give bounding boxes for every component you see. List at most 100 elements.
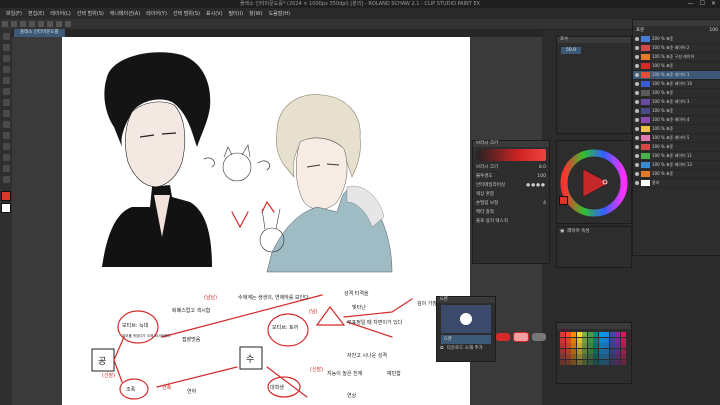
color-swatch[interactable] xyxy=(571,348,576,354)
close-button[interactable]: ✕ xyxy=(711,0,716,7)
layer-row[interactable]: 100 % 표준 xyxy=(633,89,720,98)
eye-icon[interactable] xyxy=(635,73,639,77)
sub-tool-item[interactable]: G펜 xyxy=(441,335,491,344)
add-material-row[interactable]: ✿ 다운로드 소재 추가 xyxy=(437,344,495,353)
color-swatch[interactable] xyxy=(615,359,620,365)
airbrush-tool-icon[interactable] xyxy=(2,110,10,117)
menu-select[interactable]: 선택 범위(S) xyxy=(77,10,104,17)
layer-row[interactable]: 100 % 표준 xyxy=(633,62,720,71)
color-swatch[interactable] xyxy=(598,354,604,359)
layer-row[interactable]: 100 % 표준 레이어 1 xyxy=(633,71,720,80)
color-swatch[interactable] xyxy=(620,348,626,354)
layer-row[interactable]: 200 % 표준 xyxy=(633,35,720,44)
eye-icon[interactable] xyxy=(635,145,639,149)
figure-tool-icon[interactable] xyxy=(2,165,10,172)
color-swatch[interactable] xyxy=(598,359,604,365)
eye-icon[interactable] xyxy=(635,64,639,68)
layer-row[interactable]: 100 % 표준 레이어 12 xyxy=(633,161,720,170)
blend-mode-row[interactable]: 표준 100 xyxy=(633,26,720,35)
color-swatch[interactable] xyxy=(598,343,604,348)
eye-icon[interactable] xyxy=(635,163,639,167)
color-swatch[interactable] xyxy=(620,354,626,359)
color-swatch[interactable] xyxy=(609,348,615,354)
eye-icon[interactable] xyxy=(635,118,639,122)
eye-icon[interactable] xyxy=(635,91,639,95)
color-swatch[interactable] xyxy=(598,337,604,343)
menu-edit[interactable]: 편집(E) xyxy=(28,10,44,17)
color-swatch[interactable] xyxy=(576,332,582,337)
redo-icon[interactable] xyxy=(38,21,44,27)
color-swatch[interactable] xyxy=(587,359,593,365)
color-swatch[interactable] xyxy=(560,332,565,337)
eye-icon[interactable] xyxy=(635,100,639,104)
menu-layer[interactable]: 레이어(L) xyxy=(50,10,71,17)
undo-icon[interactable] xyxy=(29,21,35,27)
color-swatch[interactable] xyxy=(565,332,571,337)
auxiliary-row[interactable]: ▣ 레이어 속성 xyxy=(557,227,631,236)
eye-icon[interactable] xyxy=(635,172,639,176)
menu-select-2[interactable]: 선택 범위(S) xyxy=(173,10,200,17)
layer-row[interactable]: 100 % 표준 레이어 5 xyxy=(633,134,720,143)
color-swatch[interactable] xyxy=(576,359,582,365)
layer-row[interactable]: 용지 xyxy=(633,179,720,188)
color-swatch[interactable] xyxy=(565,359,571,365)
eraser-tool-icon[interactable] xyxy=(2,121,10,128)
color-swatch[interactable] xyxy=(582,332,587,337)
color-swatch[interactable] xyxy=(598,348,604,354)
color-swatch[interactable] xyxy=(615,332,620,337)
color-swatch[interactable] xyxy=(609,337,615,343)
brush-size-row[interactable]: 브러시 크기 8.0 xyxy=(473,163,549,172)
color-swatch[interactable] xyxy=(560,354,565,359)
color-swatch[interactable] xyxy=(609,343,615,348)
layer-row[interactable]: 100 % 표준 xyxy=(633,170,720,179)
vector-snap-row[interactable]: 벡터 흡착 xyxy=(473,208,549,217)
color-swatch[interactable] xyxy=(582,348,587,354)
eye-icon[interactable] xyxy=(635,154,639,158)
brush-variant-texture[interactable] xyxy=(532,333,546,341)
layer-row[interactable]: 100 % 표준 레이어 11 xyxy=(633,152,720,161)
menu-window[interactable]: 창(W) xyxy=(249,10,262,17)
layer-row[interactable]: 100 % 표준 xyxy=(633,125,720,134)
minimize-button[interactable]: — xyxy=(688,0,694,7)
color-swatch[interactable] xyxy=(615,337,620,343)
color-swatch[interactable] xyxy=(582,343,587,348)
color-swatch[interactable] xyxy=(571,354,576,359)
color-swatch[interactable] xyxy=(565,348,571,354)
brush-tool-icon[interactable] xyxy=(2,99,10,106)
color-swatch[interactable] xyxy=(615,348,620,354)
color-swatch[interactable] xyxy=(571,359,576,365)
color-swatch[interactable] xyxy=(604,337,609,343)
canvas-tab[interactable]: 플레소 인터미문도를 xyxy=(14,29,65,37)
pen-tool-icon[interactable] xyxy=(2,77,10,84)
antialias-row[interactable]: 안티에일리어싱 ●●●● xyxy=(473,181,549,190)
color-swatch[interactable] xyxy=(582,359,587,365)
eye-icon[interactable] xyxy=(635,37,639,41)
layer-row[interactable]: 100 % 표준 xyxy=(633,107,720,116)
color-swatch[interactable] xyxy=(587,348,593,354)
drawing-canvas[interactable]: 공 수 (남남) 수애계는 생생의, 연애하를 보인다. 성격 타격을 빛타난 … xyxy=(62,37,470,405)
color-swatch[interactable] xyxy=(565,337,571,343)
color-swatch[interactable] xyxy=(593,354,598,359)
eye-icon[interactable] xyxy=(635,109,639,113)
fill-tool-icon[interactable] xyxy=(2,143,10,150)
color-swatch[interactable] xyxy=(587,354,593,359)
maximize-button[interactable]: ☐ xyxy=(700,0,705,7)
color-swatch[interactable] xyxy=(609,354,615,359)
color-swatch[interactable] xyxy=(615,354,620,359)
color-swatch[interactable] xyxy=(598,332,604,337)
transform-icon[interactable] xyxy=(56,21,62,27)
color-swatch[interactable] xyxy=(593,337,598,343)
color-swatch[interactable] xyxy=(582,354,587,359)
eye-icon[interactable] xyxy=(635,55,639,59)
clear-icon[interactable] xyxy=(47,21,53,27)
color-swatch[interactable] xyxy=(593,359,598,365)
eyedropper-tool-icon[interactable] xyxy=(2,66,10,73)
color-swatch[interactable] xyxy=(620,337,626,343)
color-mix-row[interactable]: 색상 혼합 xyxy=(473,190,549,199)
sub-color-swatch[interactable] xyxy=(1,203,11,213)
layer-row[interactable]: 100 % 표준 xyxy=(633,143,720,152)
eye-icon[interactable] xyxy=(635,136,639,140)
brush-variant-red[interactable] xyxy=(496,333,510,341)
saturation-triangle[interactable] xyxy=(582,168,610,198)
deselect-icon[interactable] xyxy=(65,21,71,27)
